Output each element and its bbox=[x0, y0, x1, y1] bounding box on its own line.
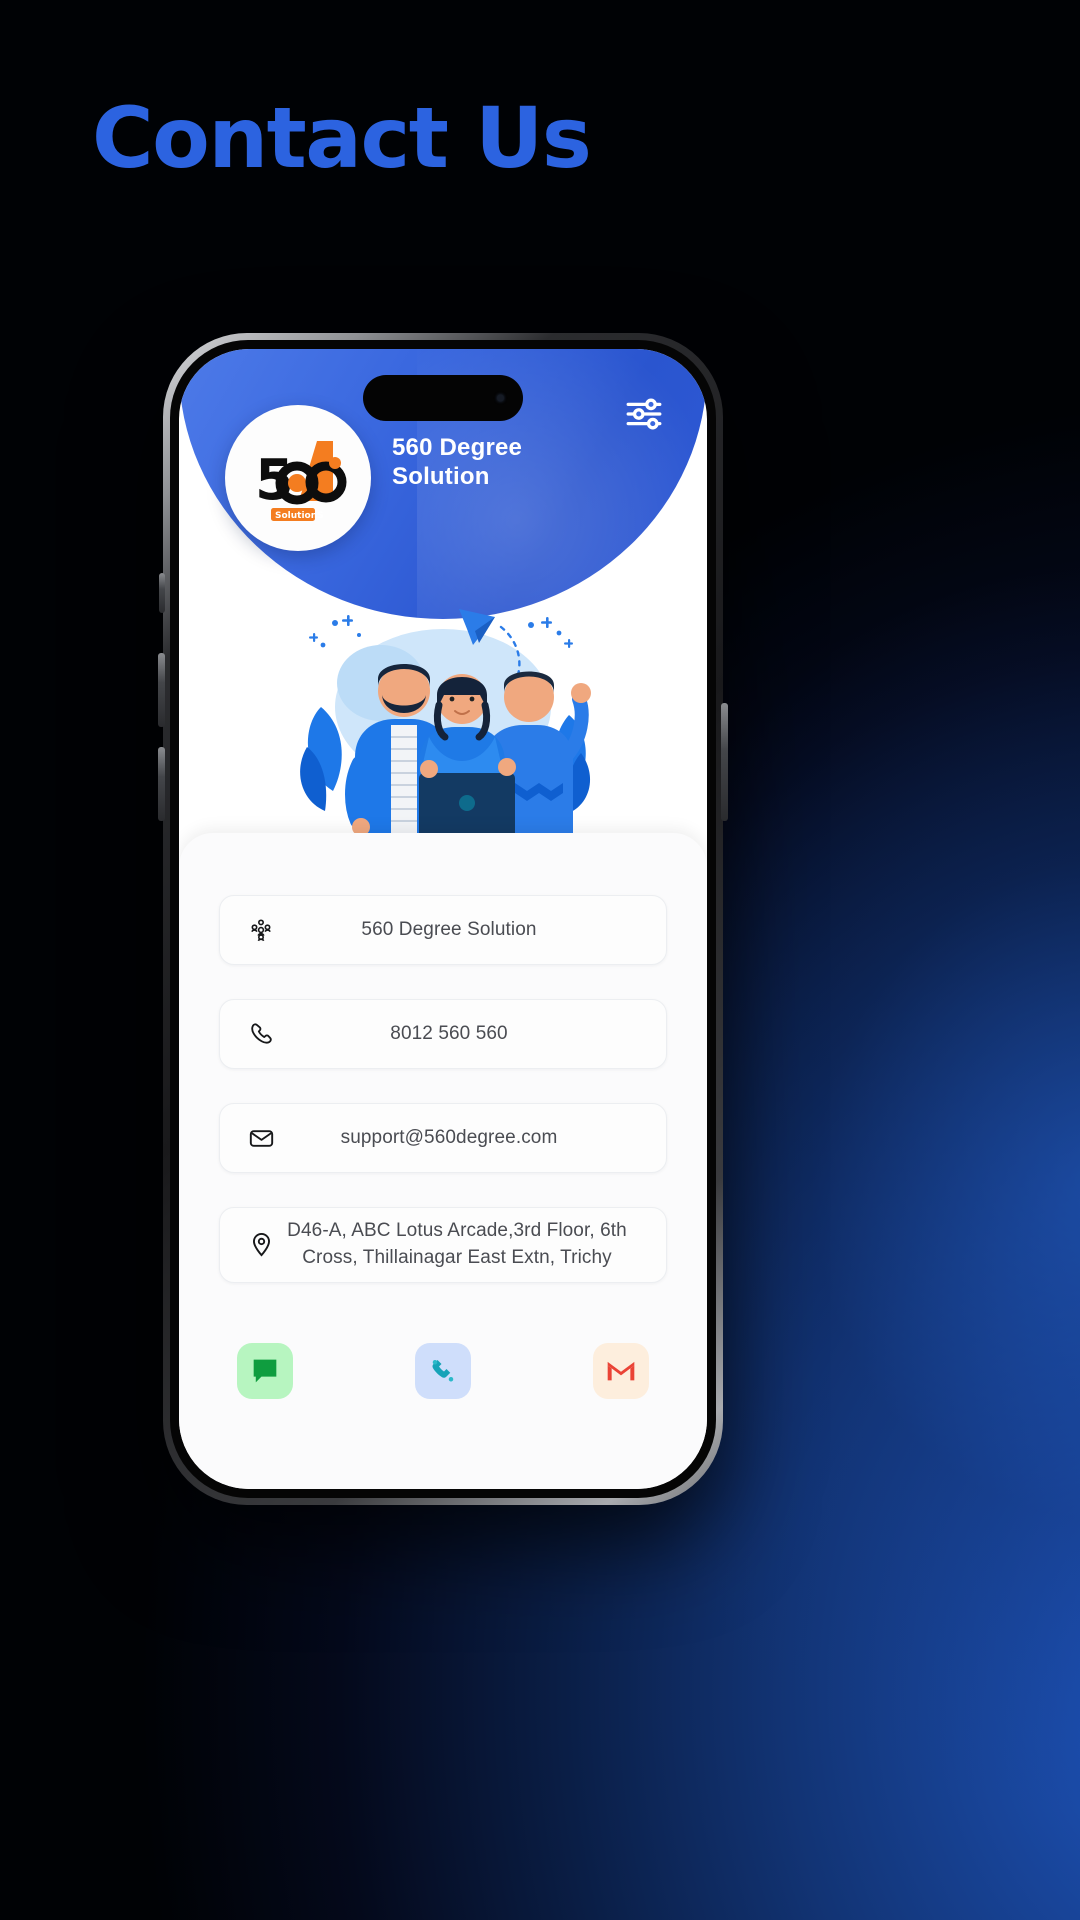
brand-logo: 5 SolutionS bbox=[225, 405, 371, 551]
phone-screen: 5 SolutionS 560 Degree Solution 560 Degr… bbox=[179, 349, 707, 1489]
dynamic-island bbox=[363, 375, 523, 421]
gmail-app-button[interactable] bbox=[593, 1342, 649, 1399]
quick-action-bar bbox=[219, 1317, 667, 1399]
contact-row-email[interactable]: support@560degree.com bbox=[219, 1103, 667, 1173]
hero-illustration bbox=[179, 587, 707, 867]
phone-mockup: 5 SolutionS 560 Degree Solution 560 Degr… bbox=[158, 333, 728, 1505]
svg-text:SolutionS: SolutionS bbox=[275, 511, 324, 521]
power-button[interactable] bbox=[721, 703, 728, 821]
contact-value-address: D46-A, ABC Lotus Arcade,3rd Floor, 6th C… bbox=[287, 1220, 627, 1268]
sms-chat-icon bbox=[253, 1359, 277, 1383]
brand-name: 560 Degree Solution bbox=[392, 434, 523, 491]
sms-app-button[interactable] bbox=[237, 1342, 293, 1399]
call-app-button[interactable] bbox=[415, 1342, 471, 1399]
contact-sheet: 560 Degree Solution 8012 560 560 support… bbox=[179, 833, 707, 1489]
contact-value-phone: 8012 560 560 bbox=[390, 1022, 508, 1044]
contact-row-phone[interactable]: 8012 560 560 bbox=[219, 999, 667, 1069]
group-people-icon bbox=[240, 917, 282, 943]
silent-switch[interactable] bbox=[159, 573, 165, 613]
sliders-icon[interactable] bbox=[623, 393, 665, 435]
logo-560-icon: 5 SolutionS bbox=[255, 441, 347, 521]
contact-row-address[interactable]: D46-A, ABC Lotus Arcade,3rd Floor, 6th C… bbox=[219, 1207, 667, 1283]
location-pin-icon bbox=[240, 1231, 282, 1258]
phone-bezel: 5 SolutionS 560 Degree Solution 560 Degr… bbox=[170, 340, 716, 1498]
contact-row-company[interactable]: 560 Degree Solution bbox=[219, 895, 667, 965]
gmail-icon bbox=[607, 1361, 635, 1381]
phone-icon bbox=[240, 1021, 282, 1047]
page-title: Contact Us bbox=[92, 89, 592, 187]
envelope-icon bbox=[240, 1125, 282, 1152]
volume-up-button[interactable] bbox=[158, 653, 165, 727]
people-team-illustration bbox=[300, 609, 591, 861]
island-sensor-dot bbox=[497, 394, 504, 402]
contact-value-company: 560 Degree Solution bbox=[361, 918, 537, 940]
volume-down-button[interactable] bbox=[158, 747, 165, 821]
contact-value-email: support@560degree.com bbox=[340, 1126, 558, 1148]
phone-call-icon bbox=[432, 1359, 454, 1382]
svg-text:5: 5 bbox=[255, 448, 294, 513]
